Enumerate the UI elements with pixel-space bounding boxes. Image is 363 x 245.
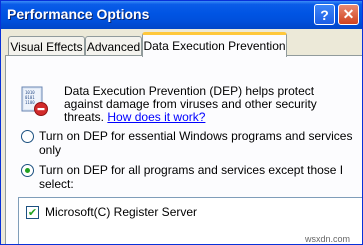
tab-data-execution-prevention[interactable]: Data Execution Prevention xyxy=(142,32,287,57)
dep-description: Data Execution Prevention (DEP) helps pr… xyxy=(64,85,356,124)
program-label: Microsoft(C) Register Server xyxy=(45,205,198,219)
list-item[interactable]: ✔ Microsoft(C) Register Server xyxy=(26,205,197,219)
tab-visual-effects[interactable]: Visual Effects xyxy=(8,36,85,56)
program-checkbox[interactable]: ✔ xyxy=(26,205,39,219)
tab-advanced[interactable]: Advanced xyxy=(85,36,142,56)
help-button[interactable]: ? xyxy=(314,4,335,25)
performance-options-window: Performance Options ? ✕ Visual Effects A… xyxy=(0,0,363,245)
title-bar[interactable]: Performance Options ? ✕ xyxy=(1,1,362,29)
close-icon: ✕ xyxy=(342,6,355,22)
radio-all-programs-except[interactable]: Turn on DEP for all programs and service… xyxy=(21,163,359,191)
help-icon: ? xyxy=(320,6,329,23)
tab-label: Data Execution Prevention xyxy=(143,39,286,53)
window-title: Performance Options xyxy=(7,6,150,22)
dep-shield-icon: 1010 0101 1100 xyxy=(21,86,48,116)
tab-label: Visual Effects xyxy=(10,39,83,54)
tab-label: Advanced xyxy=(86,39,141,54)
close-button[interactable]: ✕ xyxy=(338,4,359,25)
watermark: wsxdn.com xyxy=(305,234,351,244)
radio-button[interactable] xyxy=(21,130,34,143)
how-does-it-work-link[interactable]: How does it work? xyxy=(107,110,205,124)
radio-label: Turn on DEP for all programs and service… xyxy=(39,163,344,191)
radio-button[interactable] xyxy=(21,164,34,177)
radio-label: Turn on DEP for essential Windows progra… xyxy=(39,129,353,157)
svg-text:1100: 1100 xyxy=(25,100,35,105)
radio-essential-only[interactable]: Turn on DEP for essential Windows progra… xyxy=(21,129,359,157)
checkmark-icon: ✔ xyxy=(27,205,38,219)
